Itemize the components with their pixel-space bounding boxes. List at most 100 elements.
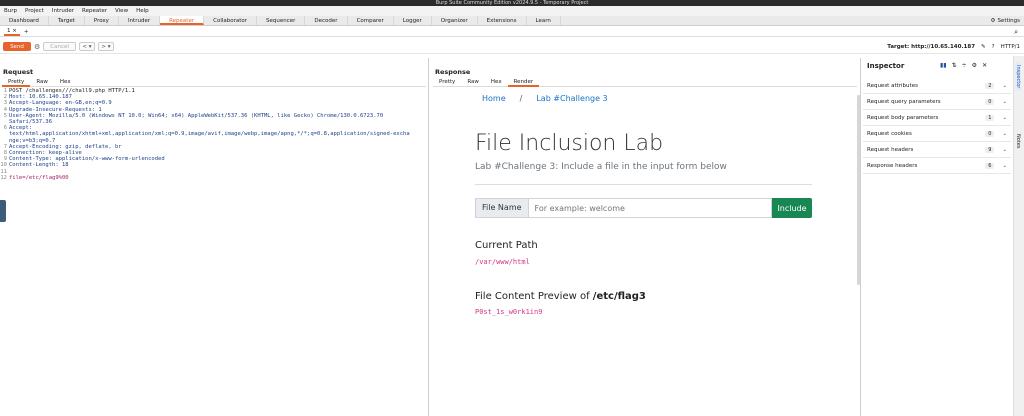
request-line: text/html,application/xhtml+xml,applicat… <box>0 131 428 137</box>
inspector-row-label: Response headers <box>867 162 918 169</box>
request-editor[interactable]: 1 POST /challenges///chall9.php HTTP/1.1 2… <box>0 88 428 406</box>
inspector-row[interactable]: Request cookies 0 ⌄ <box>863 126 1011 142</box>
chevron-down-icon[interactable]: ⌄ <box>1002 163 1007 169</box>
request-view-tabs: Pretty Raw Hex <box>2 78 426 87</box>
inspector-row-label: Request cookies <box>867 130 912 137</box>
request-tab-pretty[interactable]: Pretty <box>2 78 31 87</box>
chevron-left-icon: < <box>82 43 87 50</box>
gear-icon[interactable]: ⚙ <box>972 62 977 69</box>
tab-extensions[interactable]: Extensions <box>478 16 527 25</box>
breadcrumb-separator: / <box>519 94 523 103</box>
edit-icon[interactable]: ✎ <box>981 44 986 50</box>
chevron-down-icon[interactable]: ⌄ <box>1002 147 1007 153</box>
breadcrumb-current[interactable]: Lab #Challenge 3 <box>536 94 607 103</box>
back-button[interactable]: < ▾ <box>78 42 95 51</box>
sort-icon[interactable]: ⇅ <box>952 62 957 69</box>
repeater-tab-1[interactable]: 1 × <box>4 28 20 36</box>
preview-heading-prefix: File Content Preview of <box>475 291 593 302</box>
line-number: 12 <box>0 174 7 181</box>
inspector-controls: ▮▮ ⇅ ÷ ⚙ ✕ <box>940 62 987 69</box>
divider <box>475 184 812 185</box>
inspector-row-meta: 9 ⌄ <box>985 146 1007 153</box>
inspector-row[interactable]: Request attributes 2 ⌄ <box>863 78 1011 94</box>
settings-button[interactable]: ⚙ Settings <box>991 16 1021 26</box>
request-tab-hex[interactable]: Hex <box>54 78 77 87</box>
file-name-input[interactable] <box>527 198 772 218</box>
preview-content: P0st_1s_w0rk1in9 <box>475 308 543 316</box>
count-badge: 9 <box>985 146 995 153</box>
gear-icon: ⚙ <box>990 18 996 24</box>
drag-handle[interactable] <box>0 200 6 222</box>
cancel-button[interactable]: Cancel <box>43 42 76 51</box>
tab-learn[interactable]: Learn <box>527 16 561 25</box>
page-lead: Lab #Challenge 3: Include a file in the … <box>475 162 727 172</box>
response-tab-hex[interactable]: Hex <box>485 78 508 87</box>
gear-icon[interactable]: ⚙ <box>34 43 40 51</box>
pane-divider[interactable] <box>428 58 429 416</box>
response-scrollbar[interactable] <box>857 95 860 285</box>
line-text: Content-Length: 18 <box>9 162 69 169</box>
chevron-down-icon[interactable]: ⌄ <box>1002 99 1007 105</box>
inspector-row[interactable]: Request headers 9 ⌄ <box>863 142 1011 158</box>
inspector-row[interactable]: Request query parameters 0 ⌄ <box>863 94 1011 110</box>
response-view-tabs: Pretty Raw Hex Render <box>433 78 857 87</box>
chevron-down-icon[interactable]: ⌄ <box>1002 83 1007 89</box>
help-icon[interactable]: ? <box>992 44 995 50</box>
tab-comparer[interactable]: Comparer <box>348 16 394 25</box>
sidebar-tab-inspector[interactable]: Inspector <box>1015 62 1021 92</box>
inspector-divider[interactable] <box>860 58 861 416</box>
chevron-down-icon[interactable]: ⌄ <box>1002 131 1007 137</box>
rendered-page: Home / Lab #Challenge 3 File Inclusion L… <box>432 90 856 410</box>
inspector-list: Request attributes 2 ⌄ Request query parame… <box>863 78 1011 174</box>
line-text: User-Agent: Mozilla/5.0 (Windows NT 10.0… <box>9 112 384 119</box>
count-badge: 6 <box>985 162 995 169</box>
response-tab-render[interactable]: Render <box>507 78 540 87</box>
count-badge: 2 <box>985 82 995 89</box>
breadcrumb: Home / Lab #Challenge 3 <box>482 94 608 103</box>
menu-burp[interactable]: Burp <box>4 8 17 14</box>
menu-help[interactable]: Help <box>136 8 149 14</box>
menu-project[interactable]: Project <box>25 8 44 14</box>
layout-icon[interactable]: ▮▮ <box>940 62 947 69</box>
tab-repeater[interactable]: Repeater <box>160 16 205 25</box>
inspector-row-meta: 0 ⌄ <box>985 130 1007 137</box>
search-icon[interactable]: ⌕ <box>1014 28 1018 37</box>
add-tab-button[interactable]: + <box>24 29 29 35</box>
menu-repeater[interactable]: Repeater <box>82 8 107 14</box>
request-line: 12 file=/etc/flag9%00 <box>0 175 428 181</box>
line-text: file=/etc/flag9%00 <box>9 174 69 181</box>
menu-bar: Burp Project Intruder Repeater View Help <box>0 6 1024 16</box>
tab-dashboard[interactable]: Dashboard <box>0 16 49 25</box>
tab-decoder[interactable]: Decoder <box>305 16 348 25</box>
inspector-row-meta: 0 ⌄ <box>985 98 1007 105</box>
menu-view[interactable]: View <box>115 8 128 14</box>
chevron-down-icon[interactable]: ⌄ <box>1002 115 1007 121</box>
inspector-title: Inspector <box>867 62 905 70</box>
send-button[interactable]: Send <box>3 42 31 51</box>
close-icon[interactable]: ✕ <box>982 62 987 69</box>
tab-proxy[interactable]: Proxy <box>85 16 119 25</box>
include-button[interactable]: Include <box>772 198 812 218</box>
tab-intruder[interactable]: Intruder <box>119 16 161 25</box>
inspector-row-label: Request attributes <box>867 82 918 89</box>
tab-organizer[interactable]: Organizer <box>432 16 478 25</box>
repeater-subtabs: 1 × + <box>0 27 1024 37</box>
tab-sequencer[interactable]: Sequencer <box>257 16 306 25</box>
close-icon[interactable]: × <box>12 28 17 34</box>
preview-file: /etc/flag3 <box>592 291 646 302</box>
protocol-label[interactable]: HTTP/1 <box>1001 44 1020 50</box>
response-tab-raw[interactable]: Raw <box>461 78 485 87</box>
request-tab-raw[interactable]: Raw <box>30 78 54 87</box>
sidebar-tab-notes[interactable]: Notes <box>1015 134 1021 148</box>
forward-button[interactable]: > ▾ <box>97 42 114 51</box>
tab-logger[interactable]: Logger <box>394 16 432 25</box>
response-tab-pretty[interactable]: Pretty <box>433 78 461 87</box>
inspector-row[interactable]: Response headers 6 ⌄ <box>863 158 1011 174</box>
line-text: text/html,application/xhtml+xml,applicat… <box>9 131 410 138</box>
tab-target[interactable]: Target <box>49 16 85 25</box>
inspector-row[interactable]: Request body parameters 1 ⌄ <box>863 110 1011 126</box>
tab-collaborator[interactable]: Collaborator <box>204 16 258 25</box>
menu-intruder[interactable]: Intruder <box>52 8 74 14</box>
breadcrumb-home-link[interactable]: Home <box>482 94 506 103</box>
divide-icon[interactable]: ÷ <box>962 62 967 69</box>
